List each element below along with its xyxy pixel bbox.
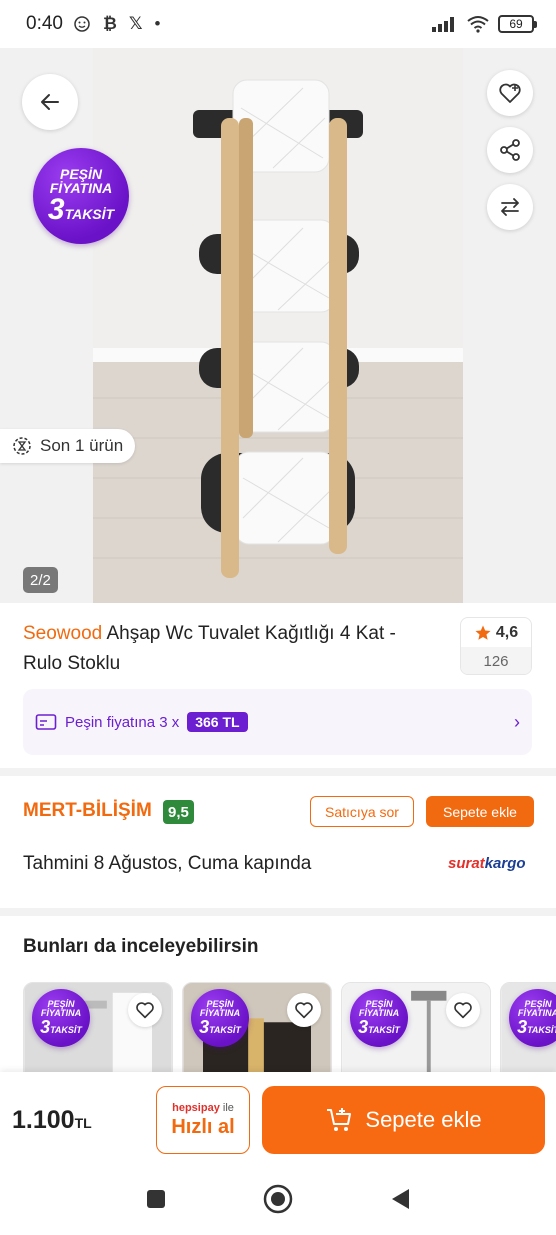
heart-icon	[295, 1002, 313, 1019]
promo-big: 3	[517, 1017, 528, 1037]
compare-button[interactable]	[487, 184, 533, 230]
star-icon	[475, 625, 491, 640]
promo-big: 3	[47, 193, 65, 226]
section-divider	[0, 768, 556, 776]
promo-small: TAKSİT	[50, 1025, 82, 1035]
installment-info-row[interactable]: Peşin fiyatına 3 x 366 TL ›	[23, 689, 532, 755]
brand-link[interactable]: Seowood	[23, 623, 102, 644]
signal-icon	[432, 17, 454, 32]
cargo-logo-part2: kargo	[484, 855, 526, 872]
quick-buy-label: Hızlı al	[171, 1115, 235, 1138]
stock-indicator: Son 1 ürün	[0, 429, 136, 463]
emoji-status-icon	[74, 16, 90, 32]
rating-value: 4,6	[495, 623, 519, 641]
status-bar: 0:40 ₿ 𝕏 • 69	[0, 0, 556, 48]
status-notification-icons: ₿ 𝕏 •	[73, 14, 161, 34]
recommendations-section: Bunları da inceleyebilirsin PEŞİN FİYATI…	[0, 916, 556, 1076]
purchase-bar: 1.100TL hepsipay ile Hızlı al Sepete ekl…	[0, 1072, 556, 1168]
back-triangle-icon	[392, 1189, 409, 1209]
recommendations-title: Bunları da inceleyebilirsin	[23, 936, 259, 957]
seller-add-to-cart-button[interactable]: Sepete ekle	[426, 796, 534, 827]
seller-score-badge: 9,5	[163, 800, 194, 824]
card-icon	[35, 714, 57, 730]
hepsipay-label: hepsipay ile	[172, 1102, 234, 1114]
quick-buy-button[interactable]: hepsipay ile Hızlı al	[156, 1086, 250, 1154]
cart-plus-icon	[327, 1108, 352, 1131]
cargo-logo: suratkargo	[448, 855, 526, 872]
dot-icon: •	[154, 14, 161, 33]
product-photo[interactable]	[93, 48, 463, 603]
cargo-logo-part1: surat	[448, 855, 485, 872]
promo-small: TAKSİT	[368, 1025, 400, 1035]
rating-box[interactable]: 4,6 126	[460, 617, 532, 675]
add-to-cart-label: Sepete ekle	[365, 1107, 482, 1132]
installment-promo-badge: PEŞİN FİYATINA 3 TAKSİT	[191, 989, 249, 1047]
promo-line1: PEŞİN	[59, 166, 102, 182]
system-nav-bar	[0, 1168, 556, 1235]
review-count: 126	[461, 647, 531, 674]
delivery-estimate: Tahmini 8 Ağustos, Cuma kapında	[23, 853, 312, 874]
image-page-indicator: 2/2	[23, 567, 58, 593]
recommendation-card[interactable]: PEŞİN FİYATINA 3 TAKSİT	[341, 982, 491, 1076]
promo-big: 3	[358, 1017, 369, 1037]
recommendation-card[interactable]: PEŞİN FİYATINA 3 TAKSİT	[182, 982, 332, 1076]
status-time: 0:40	[26, 13, 63, 34]
promo-small: TAKSİT	[527, 1025, 556, 1035]
hepsipay-suffix: ile	[219, 1101, 234, 1114]
favorite-button[interactable]	[128, 993, 162, 1027]
promo-small: TAKSİT	[209, 1025, 241, 1035]
heart-icon	[136, 1002, 154, 1019]
recents-button[interactable]	[145, 1188, 167, 1215]
favorite-button[interactable]	[287, 993, 321, 1027]
hepsipay-brand: hepsipay	[172, 1101, 220, 1114]
share-icon	[500, 139, 520, 161]
product-image-gallery[interactable]: PEŞİN FİYATINA 3 TAKSİT Son 1 ürün 2/2	[0, 48, 556, 603]
back-button[interactable]	[22, 74, 78, 130]
add-to-cart-button[interactable]: Sepete ekle	[262, 1086, 545, 1154]
back-nav-button[interactable]	[389, 1187, 411, 1216]
price-currency: TL	[74, 1115, 92, 1131]
heart-icon	[454, 1002, 472, 1019]
seller-name[interactable]: MERT-BİLİŞİM	[23, 800, 152, 822]
product-info: Seowood Ahşap Wc Tuvalet Kağıtlığı 4 Kat…	[0, 603, 556, 768]
promo-big: 3	[40, 1017, 51, 1037]
stock-label: Son 1 ürün	[40, 436, 124, 455]
promo-big: 3	[199, 1017, 210, 1037]
compare-icon	[501, 198, 519, 216]
favorite-button[interactable]	[446, 993, 480, 1027]
hourglass-icon	[13, 437, 31, 455]
recommendation-card[interactable]: PEŞİN FİYATINA 3 TAKSİT	[500, 982, 556, 1076]
recommendation-card[interactable]: PEŞİN FİYATINA 3 TAKSİT	[23, 982, 173, 1076]
promo-small: TAKSİT	[64, 206, 115, 222]
home-button[interactable]	[263, 1184, 293, 1219]
product-title: Seowood Ahşap Wc Tuvalet Kağıtlığı 4 Kat…	[23, 619, 433, 679]
installment-promo-badge: PEŞİN FİYATINA 3 TAKSİT	[33, 148, 129, 244]
ask-seller-button[interactable]: Satıcıya sor	[310, 796, 414, 827]
installment-amount: 366 TL	[187, 712, 248, 732]
installment-label: Peşin fiyatına 3 x	[65, 713, 180, 731]
bitcoin-icon: ₿	[102, 14, 117, 33]
back-arrow-icon	[41, 94, 59, 110]
x-icon: 𝕏	[128, 14, 143, 33]
seller-section: MERT-BİLİŞİM 9,5 Satıcıya sor Sepete ekl…	[0, 776, 556, 908]
product-price: 1.100TL	[12, 1106, 92, 1135]
heart-plus-icon	[499, 83, 521, 103]
installment-promo-badge: PEŞİN FİYATINA 3 TAKSİT	[350, 989, 408, 1047]
share-button[interactable]	[487, 127, 533, 173]
section-divider	[0, 908, 556, 916]
battery-icon: 69	[498, 15, 537, 33]
home-icon	[263, 1184, 293, 1214]
installment-promo-badge: PEŞİN FİYATINA 3 TAKSİT	[32, 989, 90, 1047]
wifi-icon	[467, 16, 489, 33]
recents-icon	[147, 1190, 165, 1208]
chevron-right-icon: ›	[514, 711, 520, 732]
price-value: 1.100	[12, 1106, 75, 1134]
add-to-favorites-button[interactable]	[487, 70, 533, 116]
